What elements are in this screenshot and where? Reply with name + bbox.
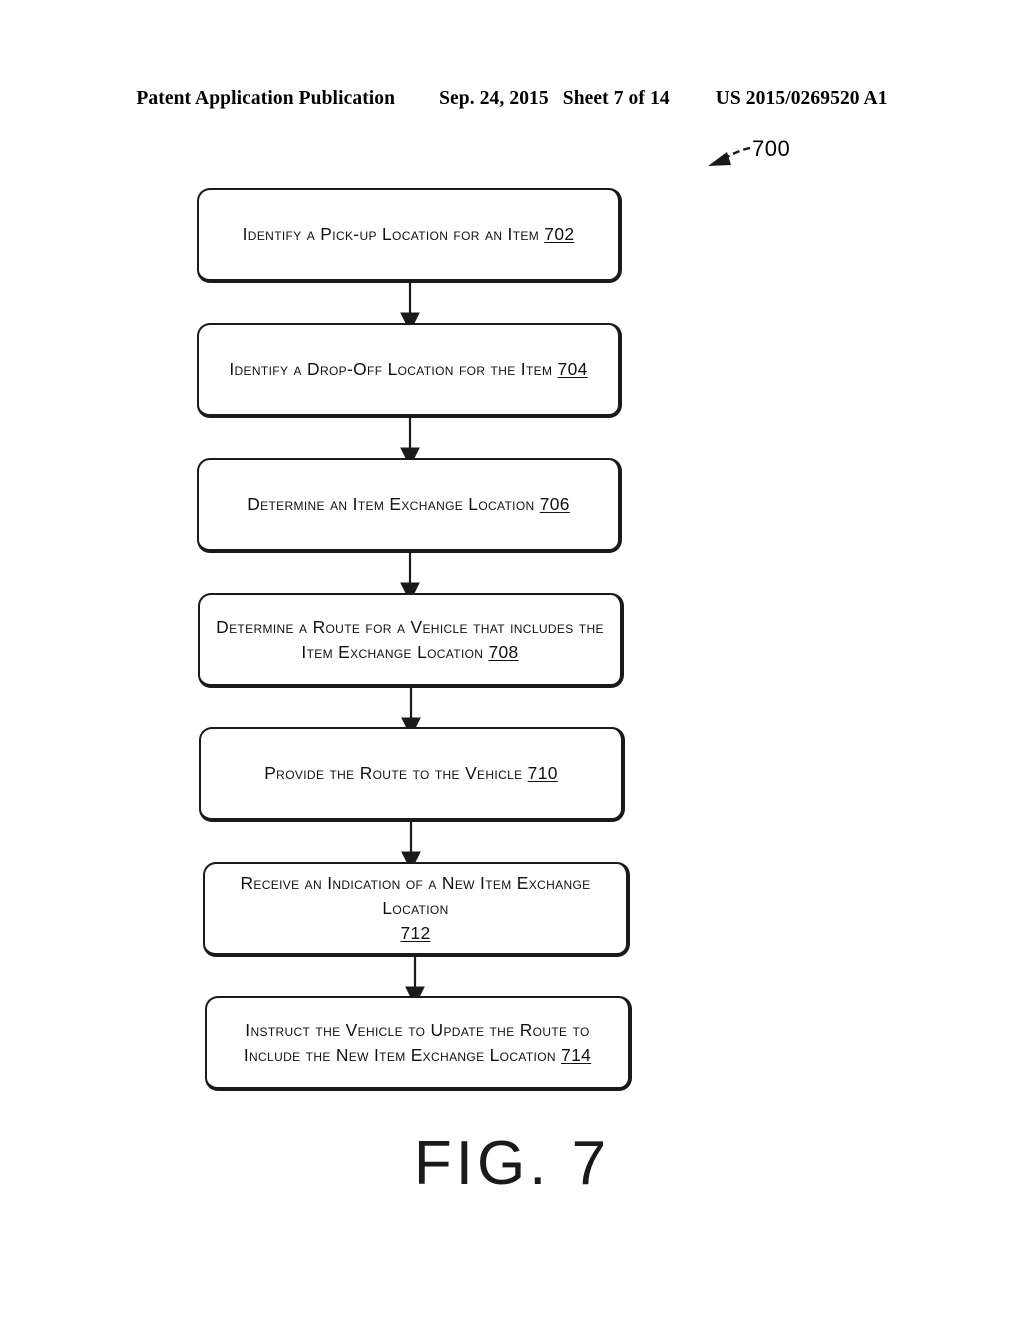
flowchart-node-714-text: Instruct the Vehicle to Update the Route… <box>243 1019 592 1065</box>
flowchart-node-710-text: Provide the Route to the Vehicle 710 <box>264 763 558 783</box>
flowchart-node-714[interactable]: Instruct the Vehicle to Update the Route… <box>205 996 632 1091</box>
flowchart-node-704-text: Identify a Drop-Off Location for the Ite… <box>229 359 588 379</box>
flowchart-node-702[interactable]: Identify a Pick-up Location for an Item … <box>197 188 622 283</box>
flowchart-node-708-text: Determine a Route for a Vehicle that inc… <box>216 616 604 662</box>
flowchart-node-706[interactable]: Determine an Item Exchange Location 706 <box>197 458 622 553</box>
flowchart-node-712-text: Receive an Indication of a New Item Exch… <box>240 873 591 943</box>
flowchart-node-710[interactable]: Provide the Route to the Vehicle 710 <box>199 727 625 822</box>
figure-caption: FIG. 7 <box>413 1129 611 1198</box>
flowchart-node-708[interactable]: Determine a Route for a Vehicle that inc… <box>198 593 624 688</box>
flowchart-node-704[interactable]: Identify a Drop-Off Location for the Ite… <box>197 323 622 418</box>
flowchart-node-702-text: Identify a Pick-up Location for an Item … <box>242 224 575 244</box>
flowchart-node-706-text: Determine an Item Exchange Location 706 <box>247 494 570 514</box>
flowchart: Identify a Pick-up Location for an Item … <box>0 0 1024 1320</box>
flowchart-node-712[interactable]: Receive an Indication of a New Item Exch… <box>203 862 630 957</box>
